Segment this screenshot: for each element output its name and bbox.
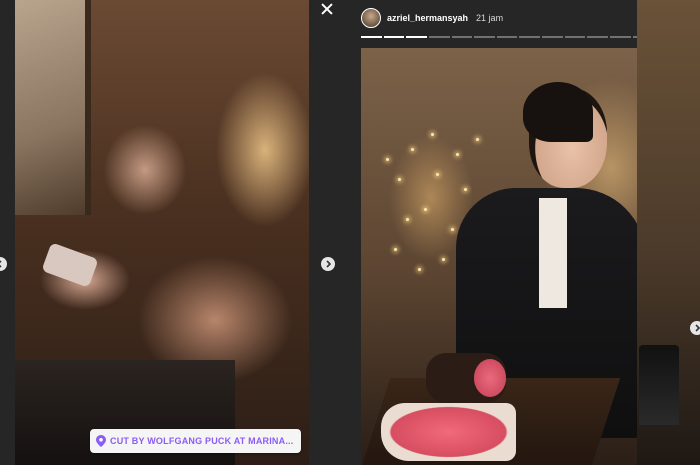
chevron-right-icon[interactable] <box>690 321 700 335</box>
light-dot <box>476 138 479 141</box>
light-dot <box>398 178 401 181</box>
progress-segment <box>542 36 563 38</box>
light-dot <box>418 268 421 271</box>
progress-segment <box>428 36 450 38</box>
previous-story[interactable]: CUT BY WOLFGANG PUCK AT MARINA... <box>15 0 309 465</box>
story-header: azriel_hermansyah 21 jam <box>361 6 676 30</box>
progress-segment <box>587 36 609 38</box>
chevron-left-icon[interactable] <box>0 257 7 271</box>
username[interactable]: azriel_hermansyah <box>387 13 468 23</box>
progress-segment <box>383 36 405 38</box>
progress-segment <box>406 36 427 38</box>
progress-segment <box>451 36 473 38</box>
progress-segment <box>519 36 541 38</box>
location-sticker[interactable]: CUT BY WOLFGANG PUCK AT MARINA... <box>90 429 302 453</box>
person-shirt <box>539 198 567 308</box>
location-sticker-text: CUT BY WOLFGANG PUCK AT MARINA... <box>110 436 294 446</box>
active-story[interactable] <box>361 48 676 465</box>
meat-slab <box>381 403 516 461</box>
lamp <box>639 345 679 425</box>
next-story-arrow[interactable] <box>321 257 335 271</box>
light-dot <box>394 248 397 251</box>
light-dot <box>442 258 445 261</box>
progress-segment <box>474 36 495 38</box>
light-dot <box>386 158 389 161</box>
light-dot <box>436 173 439 176</box>
phone-in-hand <box>41 242 99 288</box>
close-icon[interactable] <box>320 2 334 16</box>
light-dot <box>464 188 467 191</box>
location-pin-icon <box>96 435 106 447</box>
progress-segment <box>564 36 586 38</box>
meat-roll <box>426 353 506 403</box>
progress-segment <box>361 36 382 38</box>
light-dot <box>411 148 414 151</box>
person-hair <box>523 82 593 142</box>
restaurant-window <box>15 0 91 215</box>
next-story[interactable] <box>637 0 700 465</box>
timestamp: 21 jam <box>476 13 504 23</box>
chevron-right-icon <box>326 260 332 268</box>
story-progress-bar <box>361 36 676 38</box>
light-dot <box>456 153 459 156</box>
progress-segment <box>496 36 518 38</box>
avatar[interactable] <box>361 8 381 28</box>
light-dot <box>451 228 454 231</box>
light-dot <box>424 208 427 211</box>
light-dot <box>406 218 409 221</box>
light-dot <box>431 133 434 136</box>
progress-segment <box>610 36 631 38</box>
